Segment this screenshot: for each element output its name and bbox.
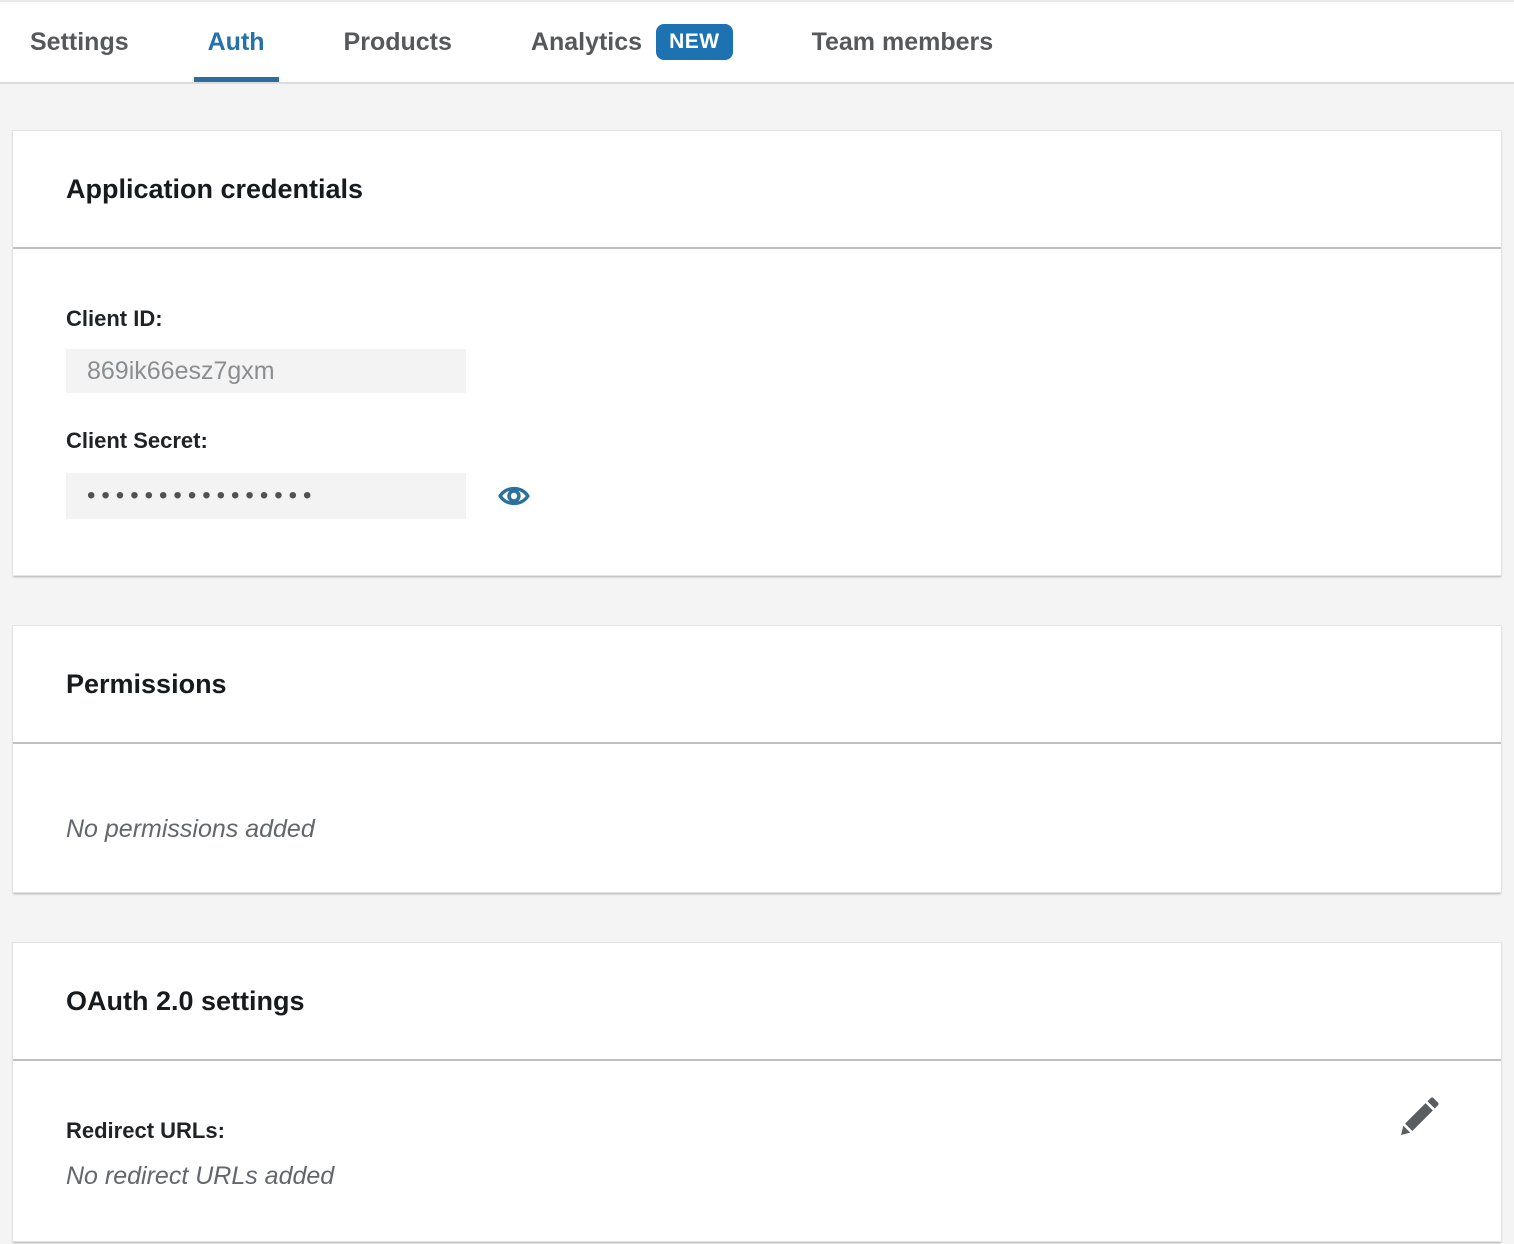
permissions-empty-text: No permissions added [66, 814, 1448, 844]
permissions-header: Permissions [13, 626, 1501, 744]
tab-auth[interactable]: Auth [194, 2, 279, 82]
tab-settings-label: Settings [30, 28, 129, 57]
redirect-urls-label: Redirect URLs: [66, 1117, 1448, 1145]
oauth-settings-body: Redirect URLs: No redirect URLs added [13, 1061, 1501, 1241]
edit-redirect-urls-button[interactable] [1397, 1093, 1443, 1139]
oauth-settings-title: OAuth 2.0 settings [66, 985, 1448, 1017]
application-credentials-title: Application credentials [66, 173, 1448, 205]
application-credentials-header: Application credentials [13, 131, 1501, 249]
tab-products[interactable]: Products [330, 2, 466, 82]
oauth-settings-card: OAuth 2.0 settings Redirect URLs: No red… [12, 942, 1502, 1242]
eye-icon [498, 480, 530, 512]
client-secret-label: Client Secret: [66, 427, 1448, 455]
client-id-label: Client ID: [66, 305, 1448, 333]
tab-analytics[interactable]: Analytics NEW [517, 2, 747, 82]
client-secret-field[interactable] [66, 473, 466, 519]
tab-auth-label: Auth [208, 28, 265, 57]
new-badge: NEW [656, 24, 733, 60]
client-secret-row [66, 473, 1448, 519]
tab-team-members-label: Team members [812, 28, 994, 57]
tab-products-label: Products [344, 28, 452, 57]
main-content: Application credentials Client ID: Clien… [0, 130, 1514, 1242]
tab-settings[interactable]: Settings [16, 2, 143, 82]
permissions-title: Permissions [66, 668, 1448, 700]
client-id-field[interactable] [66, 349, 466, 393]
application-credentials-body: Client ID: Client Secret: [13, 249, 1501, 575]
tab-analytics-label: Analytics [531, 28, 642, 57]
reveal-secret-button[interactable] [498, 480, 530, 512]
tab-team-members[interactable]: Team members [798, 2, 1008, 82]
pencil-icon [1397, 1093, 1443, 1139]
tab-bar: Settings Auth Products Analytics NEW Tea… [0, 0, 1514, 84]
permissions-card: Permissions No permissions added [12, 625, 1502, 893]
redirect-urls-empty-text: No redirect URLs added [66, 1161, 1448, 1191]
permissions-body: No permissions added [13, 744, 1501, 892]
application-credentials-card: Application credentials Client ID: Clien… [12, 130, 1502, 576]
oauth-settings-header: OAuth 2.0 settings [13, 943, 1501, 1061]
